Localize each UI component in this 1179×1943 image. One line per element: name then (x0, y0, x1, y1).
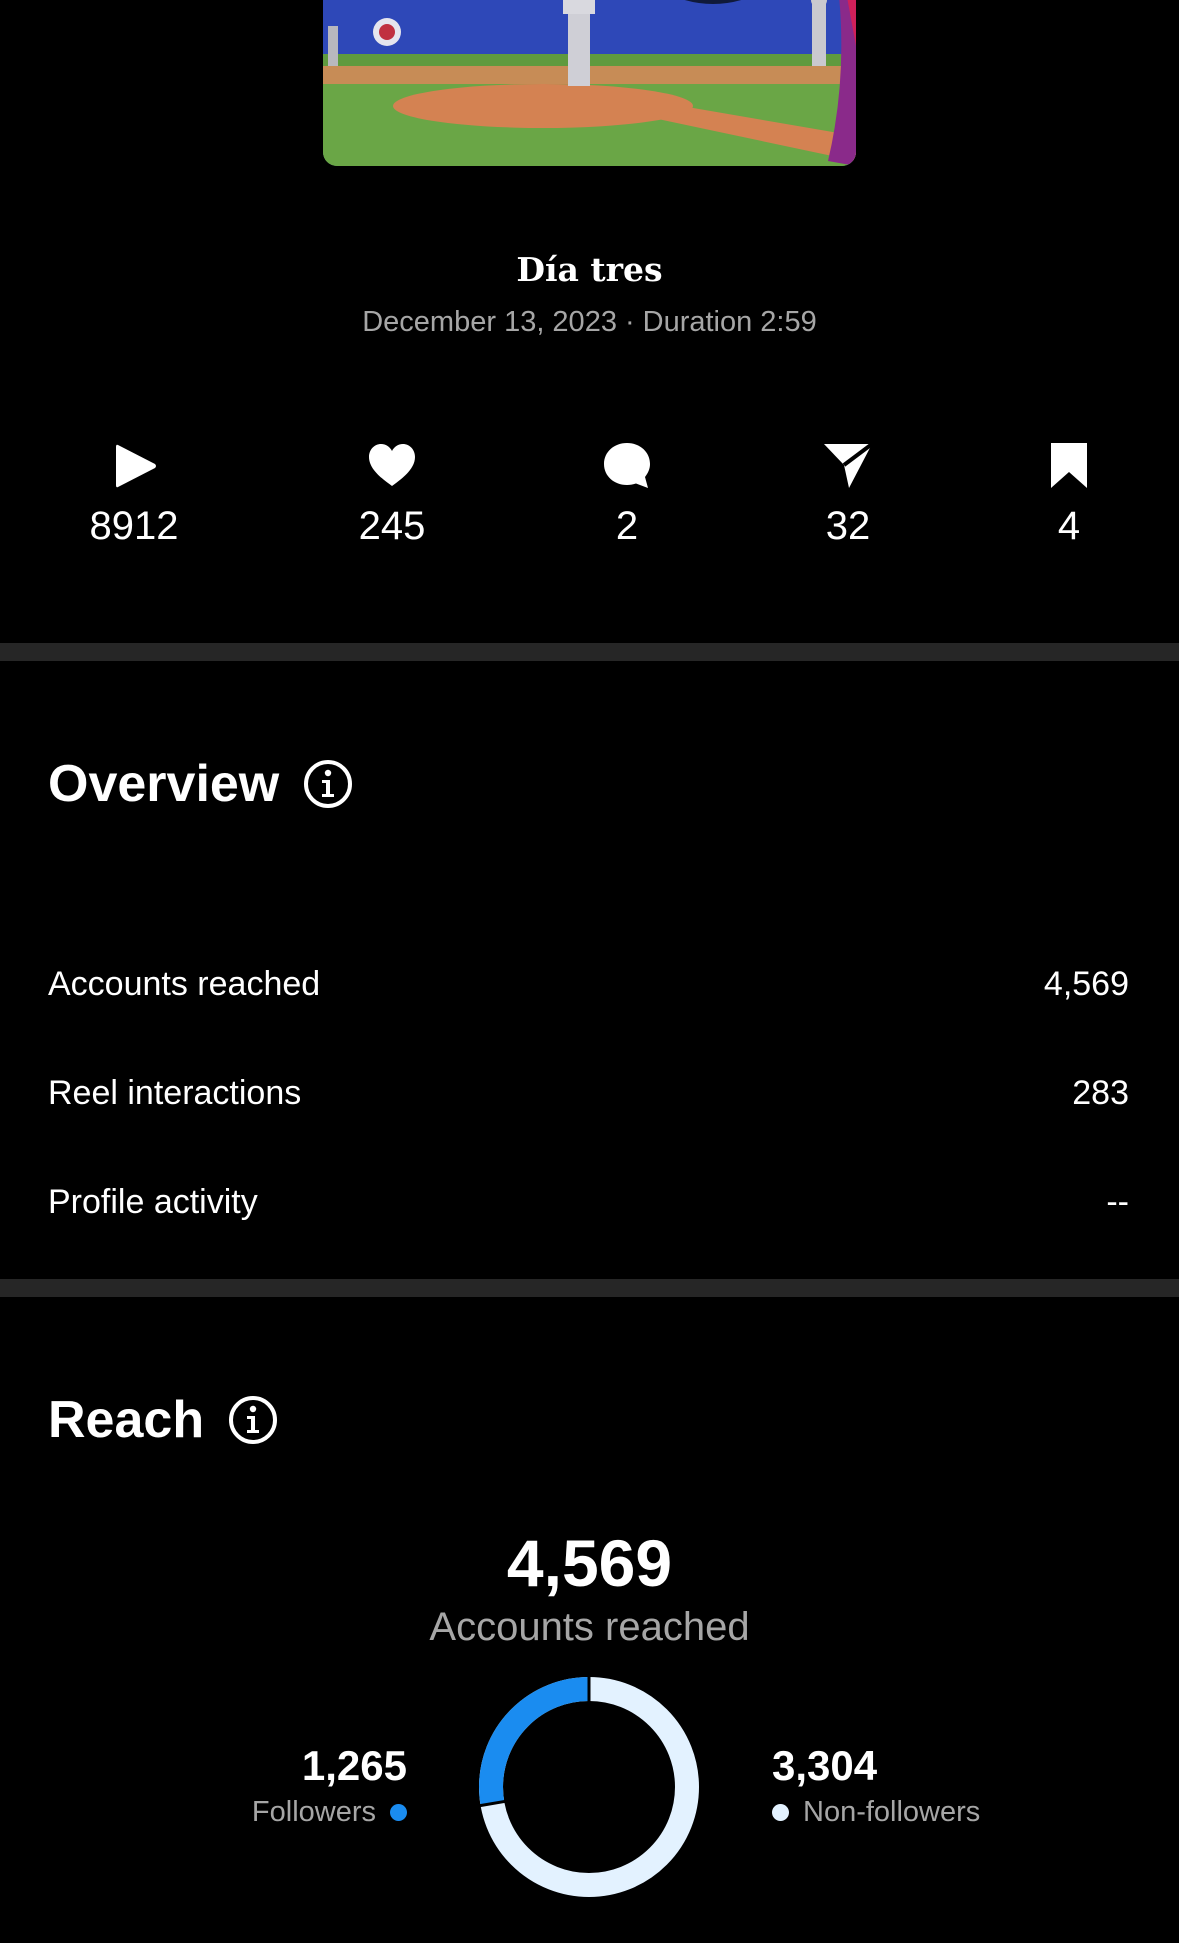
overview-header: Overview (48, 754, 353, 814)
metric-row-accounts-reached[interactable]: Accounts reached 4,569 (48, 965, 1129, 1004)
info-icon[interactable] (303, 759, 353, 809)
stat-saves: 4 (989, 440, 1149, 549)
followers-dot (390, 1804, 407, 1821)
metric-label: Reel interactions (48, 1074, 302, 1112)
stat-saves-value: 4 (1057, 504, 1081, 548)
section-divider (0, 1279, 1179, 1297)
overview-title: Overview (48, 755, 280, 813)
section-divider (0, 643, 1179, 661)
stat-likes: 245 (312, 440, 472, 549)
stat-shares-value: 32 (825, 504, 871, 548)
metric-row-profile-activity[interactable]: Profile activity -- (48, 1183, 1129, 1222)
followers-value: 1,265 (301, 1742, 407, 1789)
followers-label: Followers (251, 1796, 376, 1828)
reach-donut-chart (478, 1676, 699, 1897)
bookmark-icon (1051, 443, 1087, 488)
play-icon (116, 444, 156, 488)
reel-duration: Duration 2:59 (642, 306, 817, 338)
metric-value: -- (1106, 1183, 1129, 1221)
stat-shares: 32 (768, 440, 928, 549)
non-followers-label: Non-followers (803, 1796, 981, 1828)
metric-value: 283 (1072, 1074, 1129, 1112)
legend-non-followers: 3,304 Non-followers (772, 1742, 980, 1829)
comment-icon (604, 443, 650, 488)
metric-value: 4,569 (1043, 965, 1129, 1003)
non-followers-value: 3,304 (772, 1742, 878, 1789)
metric-label: Accounts reached (48, 965, 321, 1003)
stat-comments-value: 2 (615, 504, 639, 548)
info-icon[interactable] (228, 1395, 278, 1445)
reel-meta: December 13, 2023 · Duration 2:59 (0, 306, 1179, 339)
reach-total: 4,569 (506, 1526, 673, 1600)
reel-title: Día tres (516, 250, 663, 289)
meta-separator: · (624, 306, 635, 338)
heart-icon (369, 444, 415, 486)
baseball-field-image (323, 0, 856, 166)
reach-title: Reach (48, 1391, 205, 1449)
reach-total-label: Accounts reached (429, 1605, 750, 1649)
metric-label: Profile activity (48, 1183, 258, 1221)
stat-likes-value: 245 (358, 504, 426, 548)
share-icon (824, 442, 874, 488)
stat-plays-value: 8912 (89, 504, 179, 548)
metric-row-reel-interactions[interactable]: Reel interactions 283 (48, 1074, 1129, 1113)
reel-date: December 13, 2023 (362, 306, 617, 338)
non-followers-dot (772, 1804, 789, 1821)
reach-header: Reach (48, 1390, 278, 1450)
stat-comments: 2 (547, 440, 707, 549)
reel-thumbnail[interactable] (323, 0, 856, 166)
legend-followers: 1,265 Followers (252, 1742, 407, 1829)
stat-plays: 8912 (54, 440, 214, 549)
